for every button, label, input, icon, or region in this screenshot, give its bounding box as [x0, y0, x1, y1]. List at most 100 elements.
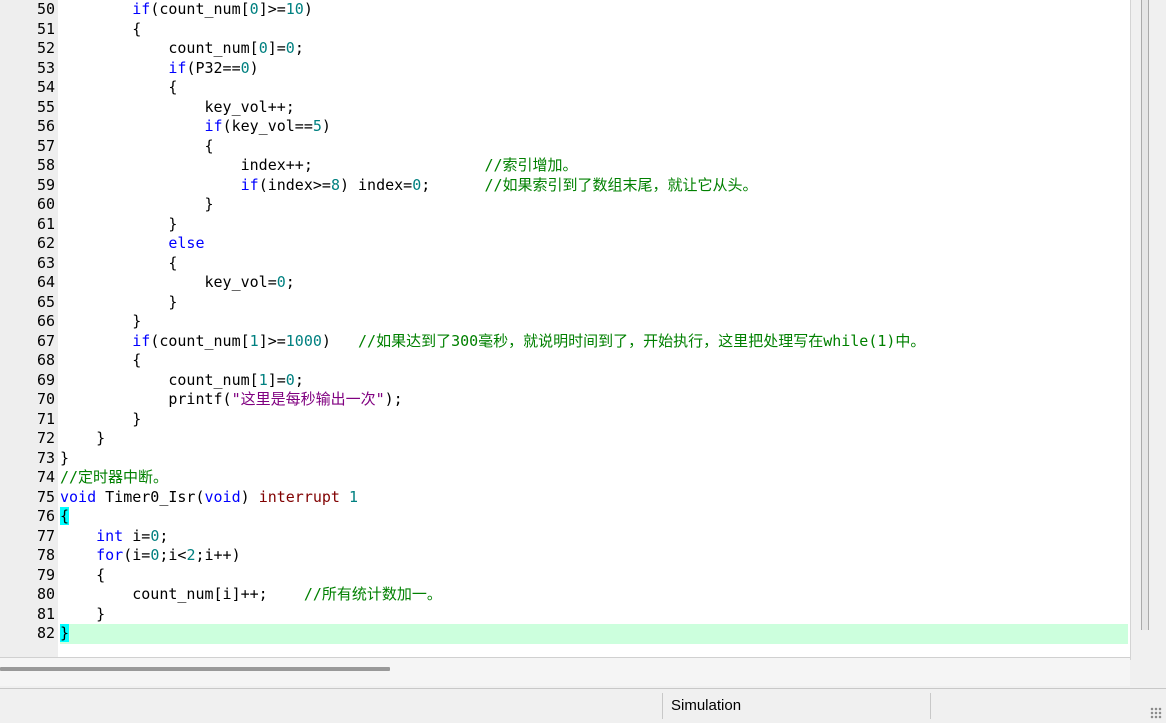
- code-line[interactable]: 69 count_num[1]=0;: [0, 371, 1130, 391]
- code-token: }: [60, 195, 214, 213]
- code-line[interactable]: 67 if(count_num[1]>=1000) //如果达到了300毫秒，就…: [0, 332, 1130, 352]
- code-token: if: [132, 331, 151, 350]
- code-line[interactable]: 70 printf("这里是每秒输出一次");: [0, 390, 1130, 410]
- code-line[interactable]: 82}: [0, 624, 1130, 644]
- code-text: }: [60, 215, 177, 235]
- code-token: {: [60, 78, 178, 96]
- code-line[interactable]: 58 index++; //索引增加。: [0, 156, 1130, 176]
- code-line[interactable]: 60 }: [0, 195, 1130, 215]
- line-number: 75: [36, 487, 55, 506]
- code-line[interactable]: 71 }: [0, 410, 1130, 430]
- code-line[interactable]: 73}: [0, 449, 1130, 469]
- code-token: );: [384, 390, 403, 408]
- code-text: if(key_vol==5): [60, 117, 331, 137]
- code-text: index++; //索引增加。: [60, 156, 578, 176]
- code-line[interactable]: 53 if(P32==0): [0, 59, 1130, 79]
- code-token: 0: [285, 370, 295, 389]
- horizontal-scrollbar-thumb[interactable]: [0, 667, 390, 671]
- horizontal-scrollbar[interactable]: [0, 657, 1130, 686]
- line-number: 67: [36, 331, 55, 350]
- code-text: else: [60, 234, 204, 254]
- code-line[interactable]: 54 {: [0, 78, 1130, 98]
- code-token: 0: [258, 39, 268, 57]
- code-line[interactable]: 76 {: [0, 507, 1130, 527]
- code-line[interactable]: 64 key_vol=0;: [0, 273, 1130, 293]
- code-token: 0: [240, 58, 250, 77]
- code-text: if(index>=8) index=0; //如果索引到了数组末尾，就让它从头…: [60, 176, 758, 196]
- code-token: ;: [294, 39, 304, 57]
- code-token: ;: [421, 175, 485, 194]
- code-line[interactable]: 55 key_vol++;: [0, 98, 1130, 118]
- code-text: for(i=0;i<2;i++): [60, 546, 241, 566]
- code-line[interactable]: 68 {: [0, 351, 1130, 371]
- code-line[interactable]: 77 int i=0;: [0, 527, 1130, 547]
- code-token: ): [321, 117, 331, 135]
- code-line[interactable]: 72 }: [0, 429, 1130, 449]
- code-text: }: [60, 605, 105, 625]
- code-token: 0: [249, 0, 259, 18]
- code-token: void: [60, 487, 97, 506]
- code-line[interactable]: 66 }: [0, 312, 1130, 332]
- code-token: ): [240, 487, 259, 506]
- code-line[interactable]: 79 {: [0, 566, 1130, 586]
- line-number: 68: [36, 351, 55, 369]
- code-token: }: [60, 312, 142, 330]
- code-text: printf("这里是每秒输出一次");: [60, 390, 403, 410]
- code-line[interactable]: 51 {: [0, 20, 1130, 40]
- code-token: {: [60, 253, 178, 272]
- code-line[interactable]: 56 if(key_vol==5): [0, 117, 1130, 137]
- code-token: if: [204, 117, 223, 135]
- code-token: int: [96, 526, 124, 545]
- code-token: }: [60, 604, 106, 623]
- code-line[interactable]: 80 count_num[i]++; //所有统计数加一。: [0, 585, 1130, 605]
- code-text: }: [60, 312, 141, 332]
- code-text: count_num[0]=0;: [60, 39, 304, 59]
- code-editor[interactable]: 50 if(count_num[0]>=10) 51 {52 count_num[…: [0, 0, 1130, 657]
- code-line[interactable]: 52 count_num[0]=0;: [0, 39, 1130, 59]
- code-text: {: [60, 566, 105, 586]
- code-token: //所有统计数加一。: [303, 585, 442, 603]
- code-text: count_num[i]++; //所有统计数加一。: [60, 585, 442, 605]
- code-token: //如果达到了300毫秒，就说明时间到了，开始执行，这里把处理写在while(1…: [358, 331, 926, 350]
- code-token: for: [96, 546, 124, 564]
- code-line[interactable]: 62 else: [0, 234, 1130, 254]
- code-line[interactable]: 65 }: [0, 293, 1130, 313]
- code-text: }: [60, 195, 214, 215]
- code-line[interactable]: 78 for(i=0;i<2;i++): [0, 546, 1130, 566]
- vertical-scrollbar[interactable]: [1130, 0, 1166, 660]
- code-text: {: [60, 20, 141, 40]
- code-line[interactable]: 50 if(count_num[0]>=10): [0, 0, 1130, 20]
- code-token: (index>=: [258, 175, 331, 194]
- code-token: key_vol++;: [60, 97, 295, 116]
- code-line[interactable]: 59 if(index>=8) index=0; //如果索引到了数组末尾，就让…: [0, 176, 1130, 196]
- code-line[interactable]: 74 //定时器中断。: [0, 468, 1130, 488]
- code-line[interactable]: 57 {: [0, 137, 1130, 157]
- line-number: 71: [36, 409, 55, 428]
- code-text: {: [60, 137, 213, 157]
- code-line[interactable]: 63 {: [0, 254, 1130, 274]
- code-token: 0: [150, 546, 160, 564]
- code-text: //定时器中断。: [60, 468, 168, 488]
- code-token: "这里是每秒输出一次": [231, 390, 385, 408]
- line-number: 58: [36, 156, 55, 174]
- code-text: }: [60, 624, 70, 644]
- line-number: 79: [36, 565, 55, 584]
- code-text: }: [60, 293, 177, 313]
- code-line[interactable]: 61 }: [0, 215, 1130, 235]
- line-number: 56: [36, 117, 55, 135]
- code-token: void: [204, 487, 241, 506]
- code-line[interactable]: 81 }: [0, 605, 1130, 625]
- code-token: }: [60, 214, 178, 233]
- code-line[interactable]: 75 void Timer0_Isr(void) interrupt 1: [0, 488, 1130, 508]
- vertical-scrollbar-track[interactable]: [1141, 0, 1149, 630]
- resize-grip-icon[interactable]: [1150, 707, 1162, 719]
- code-token: ;: [285, 273, 295, 291]
